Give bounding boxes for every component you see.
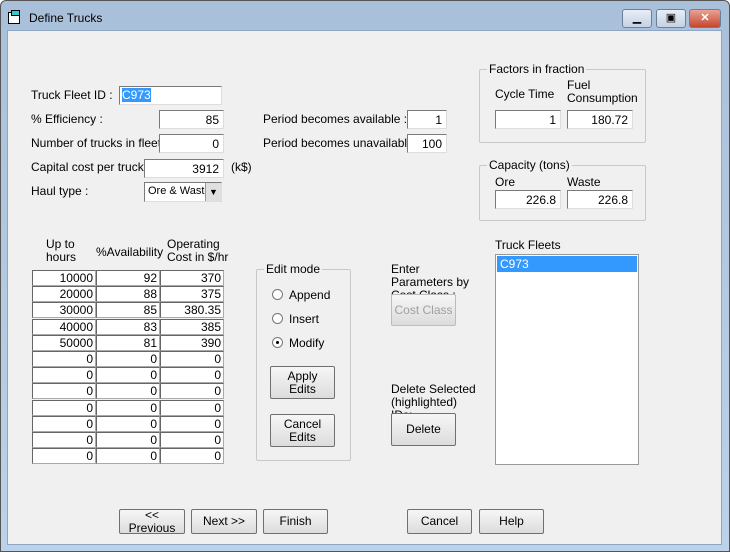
cost-class-button[interactable]: Cost Class bbox=[391, 294, 456, 326]
modify-radio[interactable] bbox=[272, 337, 283, 348]
waste-label: Waste bbox=[567, 175, 601, 189]
cost-cell[interactable]: 370 bbox=[160, 270, 224, 286]
help-button[interactable]: Help bbox=[479, 509, 544, 534]
header-cost: Operating Cost in $/hr bbox=[167, 238, 229, 264]
waste-input[interactable]: 226.8 bbox=[567, 190, 633, 209]
header-hours: Up to hours bbox=[46, 237, 77, 264]
haul-type-label: Haul type : bbox=[31, 184, 89, 198]
cost-cell[interactable]: 0 bbox=[160, 367, 224, 384]
hours-cell[interactable]: 40000 bbox=[32, 318, 96, 335]
hours-cell[interactable]: 30000 bbox=[32, 302, 96, 319]
period-available-input[interactable]: 1 bbox=[407, 110, 447, 129]
window-title: Define Trucks bbox=[29, 11, 103, 25]
haul-type-select[interactable]: Ore & Waste ▼ bbox=[144, 182, 222, 202]
availability-cell[interactable]: 0 bbox=[96, 383, 160, 400]
period-available-label: Period becomes available : bbox=[263, 112, 408, 126]
hours-cell[interactable]: 0 bbox=[32, 383, 96, 400]
availability-cell[interactable]: 0 bbox=[96, 415, 160, 432]
next-button[interactable]: Next >> bbox=[191, 509, 257, 534]
hours-cell[interactable]: 0 bbox=[32, 399, 96, 416]
delete-button[interactable]: Delete bbox=[391, 413, 456, 446]
capacity-title: Capacity (tons) bbox=[487, 158, 572, 172]
availability-cell[interactable]: 0 bbox=[96, 432, 160, 448]
cost-cell[interactable]: 0 bbox=[160, 351, 224, 367]
capital-cost-unit: (k$) bbox=[231, 160, 252, 174]
availability-cell[interactable]: 85 bbox=[96, 302, 160, 319]
availability-cell[interactable]: 0 bbox=[96, 399, 160, 416]
close-button[interactable]: ✕ bbox=[689, 9, 721, 28]
num-trucks-label: Number of trucks in fleet : bbox=[31, 136, 168, 150]
cost-cell[interactable]: 375 bbox=[160, 286, 224, 303]
availability-cell[interactable]: 92 bbox=[96, 270, 160, 286]
header-availability: %Availability bbox=[96, 245, 164, 259]
efficiency-label: % Efficiency : bbox=[31, 112, 103, 126]
fuel-input[interactable]: 180.72 bbox=[567, 110, 633, 129]
cost-cell[interactable]: 0 bbox=[160, 399, 224, 416]
availability-cell[interactable]: 0 bbox=[96, 367, 160, 384]
edit-mode-title: Edit mode bbox=[264, 262, 323, 276]
hours-cell[interactable]: 0 bbox=[32, 415, 96, 432]
apply-edits-button[interactable]: Apply Edits bbox=[270, 366, 335, 399]
append-radio[interactable] bbox=[272, 289, 283, 300]
append-label: Append bbox=[289, 288, 331, 302]
cancel-button[interactable]: Cancel bbox=[407, 509, 472, 534]
cost-cell[interactable]: 0 bbox=[160, 448, 224, 465]
availability-cell[interactable]: 0 bbox=[96, 448, 160, 465]
maximize-button[interactable]: ▣ bbox=[656, 9, 686, 28]
hours-cell[interactable]: 0 bbox=[32, 367, 96, 384]
cost-cell[interactable]: 0 bbox=[160, 415, 224, 432]
previous-button[interactable]: << Previous bbox=[119, 508, 185, 534]
ore-label: Ore bbox=[495, 175, 516, 189]
cycle-time-label: Cycle Time bbox=[495, 87, 555, 101]
hours-cell[interactable]: 10000 bbox=[32, 270, 96, 286]
availability-cell[interactable]: 83 bbox=[96, 318, 160, 335]
truck-fleets-title: Truck Fleets bbox=[495, 238, 561, 252]
fleet-id-value: C973 bbox=[122, 88, 151, 102]
period-unavailable-label: Period becomes unavailable : bbox=[263, 136, 421, 150]
cost-cell[interactable]: 0 bbox=[160, 383, 224, 400]
factors-title: Factors in fraction bbox=[487, 62, 587, 76]
cost-cell[interactable]: 390 bbox=[160, 334, 224, 351]
hours-cell[interactable]: 0 bbox=[32, 448, 96, 465]
num-trucks-input[interactable]: 0 bbox=[159, 134, 224, 153]
app-icon bbox=[8, 10, 20, 24]
ore-input[interactable]: 226.8 bbox=[495, 190, 561, 209]
availability-cell[interactable]: 81 bbox=[96, 334, 160, 351]
insert-label: Insert bbox=[289, 312, 320, 326]
modify-label: Modify bbox=[289, 336, 325, 350]
truck-fleets-list[interactable]: C973 bbox=[495, 254, 639, 465]
hours-cell[interactable]: 20000 bbox=[32, 286, 96, 303]
minimize-button[interactable]: ▁ bbox=[622, 9, 652, 28]
hours-cell[interactable]: 0 bbox=[32, 351, 96, 367]
fleet-id-label: Truck Fleet ID : bbox=[31, 88, 113, 102]
cost-cell[interactable]: 0 bbox=[160, 432, 224, 448]
efficiency-input[interactable]: 85 bbox=[159, 110, 224, 129]
haul-type-value: Ore & Waste bbox=[148, 185, 211, 197]
hours-cell[interactable]: 50000 bbox=[32, 334, 96, 351]
fleet-id-input[interactable]: C973 bbox=[119, 86, 222, 105]
capital-cost-label: Capital cost per truck: bbox=[31, 160, 148, 174]
chevron-down-icon[interactable]: ▼ bbox=[205, 183, 221, 201]
cancel-edits-button[interactable]: Cancel Edits bbox=[270, 414, 335, 447]
period-unavailable-input[interactable]: 100 bbox=[407, 134, 447, 153]
cost-cell[interactable]: 385 bbox=[160, 318, 224, 335]
fuel-label: Fuel Consumption bbox=[567, 78, 638, 105]
finish-button[interactable]: Finish bbox=[263, 509, 328, 534]
availability-cell[interactable]: 0 bbox=[96, 351, 160, 367]
cost-cell[interactable]: 380.35 bbox=[160, 302, 224, 319]
capital-cost-input[interactable]: 3912 bbox=[144, 159, 224, 178]
cycle-time-input[interactable]: 1 bbox=[495, 110, 561, 129]
insert-radio[interactable] bbox=[272, 313, 283, 324]
hours-cell[interactable]: 0 bbox=[32, 432, 96, 448]
availability-cell[interactable]: 88 bbox=[96, 286, 160, 303]
list-item[interactable]: C973 bbox=[497, 256, 637, 272]
